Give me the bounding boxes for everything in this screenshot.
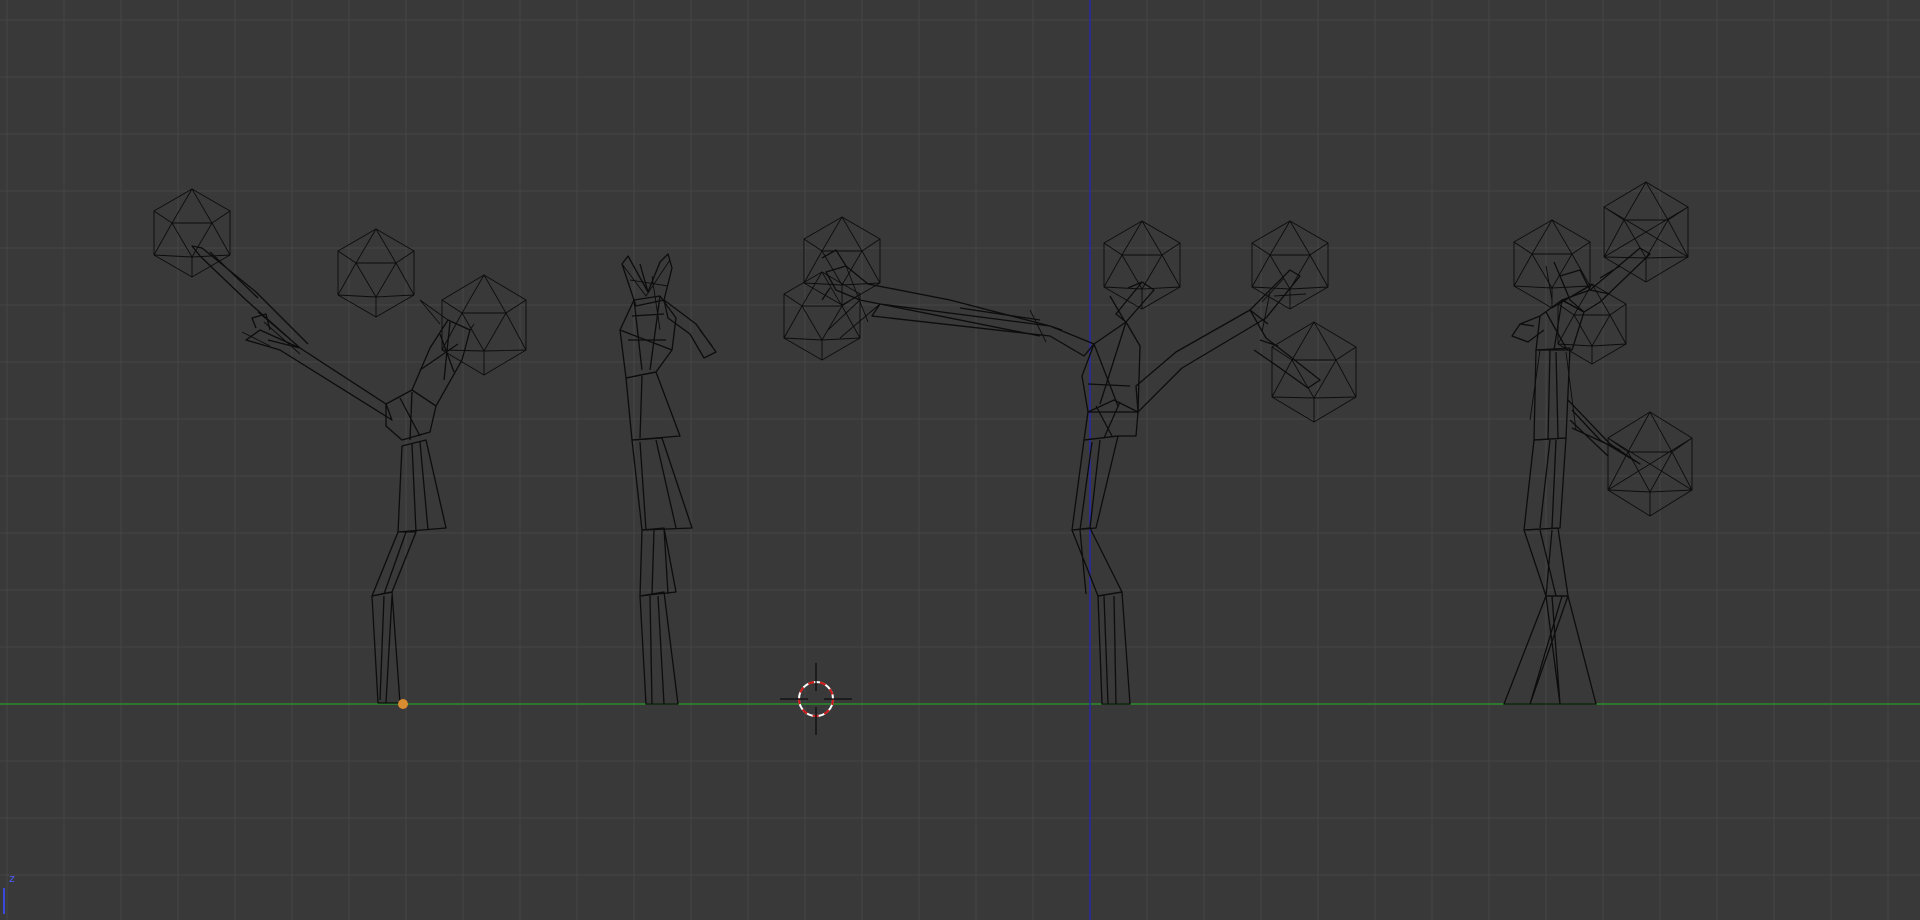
- axis-gizmo-bar: [3, 888, 5, 914]
- rig-pose-back-view[interactable]: [1503, 181, 1693, 705]
- axis-gizmo-icon: z: [9, 872, 15, 885]
- origin-dot[interactable]: [398, 699, 408, 709]
- 3d-viewport[interactable]: z: [0, 0, 1920, 920]
- ico-head: [1103, 220, 1181, 310]
- ico-back-lower: [1607, 411, 1693, 517]
- ico-arm-left-bottom: [783, 271, 861, 361]
- rig-pose-high-kick[interactable]: [153, 188, 527, 709]
- 3d-cursor-icon[interactable]: [780, 663, 852, 735]
- rig-pose-spread-arms[interactable]: [783, 216, 1357, 705]
- ico-arm-left-top: [803, 216, 881, 306]
- ico-hand-left: [153, 188, 231, 278]
- viewport-canvas[interactable]: [0, 0, 1920, 920]
- ico-foot: [441, 274, 527, 376]
- ico-back-top: [1513, 219, 1591, 309]
